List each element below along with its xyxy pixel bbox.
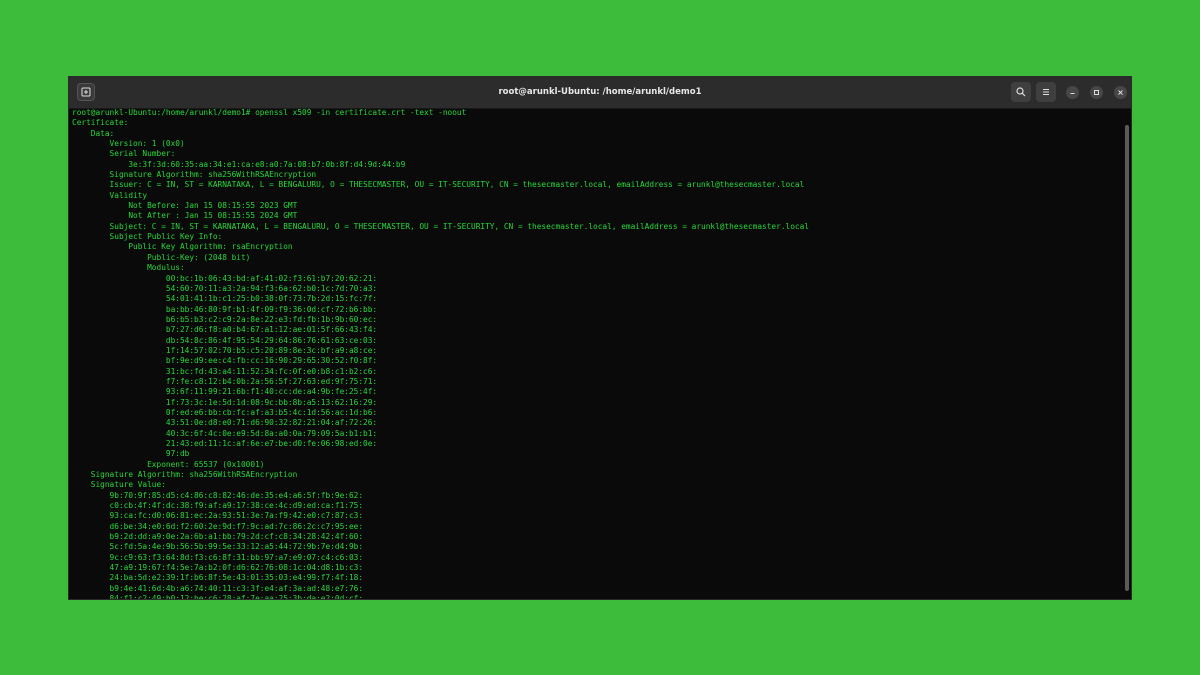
maximize-button[interactable] <box>1090 86 1103 99</box>
terminal-line: b9:4e:41:6d:4b:a6:74:40:11:c3:3f:e4:af:3… <box>72 583 364 593</box>
minimize-icon <box>1070 93 1075 94</box>
terminal-line: 9c:c9:63:f3:64:8d:f3:c6:8f:31:bb:97:a7:e… <box>72 552 364 562</box>
terminal-line: Public-Key: (2048 bit) <box>72 252 251 262</box>
menu-button[interactable] <box>1036 82 1056 102</box>
terminal-line: 93:ca:fc:d0:06:81:ec:2a:93:51:3e:7a:f9:4… <box>72 511 364 521</box>
terminal-line: 0f:ed:e6:bb:cb:fc:af:a3:b5:4c:1d:56:ac:1… <box>72 407 378 417</box>
terminal-line: b9:2d:dd:a9:0e:2a:6b:a1:bb:79:2d:cf:c8:3… <box>72 532 364 542</box>
terminal-output[interactable]: root@arunkl-Ubuntu:/home/arunkl/demo1# o… <box>72 108 1117 599</box>
search-icon <box>1016 87 1026 97</box>
terminal-line: 54:01:41:1b:c1:25:b0:38:0f:73:7b:2d:15:f… <box>72 294 378 304</box>
terminal-scrollbar[interactable] <box>1125 125 1129 591</box>
terminal-line: b7:27:d6:f8:a0:b4:67:a1:12:ae:01:5f:66:4… <box>72 325 378 335</box>
terminal-line: 84:f1:c2:49:b0:12:be:c6:28:af:7e:aa:25:3… <box>72 594 364 599</box>
terminal-line: 97:db <box>72 449 190 459</box>
titlebar: root@arunkl-Ubuntu: /home/arunkl/demo1 <box>69 77 1131 109</box>
terminal-line: Certificate: <box>72 118 129 128</box>
terminal-prompt-line: root@arunkl-Ubuntu:/home/arunkl/demo1# o… <box>72 108 467 117</box>
terminal-line: Issuer: C = IN, ST = KARNATAKA, L = BENG… <box>72 180 805 190</box>
terminal-line: db:54:8c:86:4f:95:54:29:64:86:76:61:63:c… <box>72 335 378 345</box>
terminal-line: 9b:70:9f:85:d5:c4:86:c8:82:46:de:35:e4:a… <box>72 490 364 500</box>
terminal-line: 1f:73:3c:1e:5d:1d:08:9c:bb:8b:a5:13:62:1… <box>72 397 378 407</box>
terminal-line: 5c:fd:5a:4e:9b:56:5b:99:5e:33:12:a5:44:7… <box>72 542 364 552</box>
terminal-line: Validity <box>72 190 148 200</box>
terminal-line: Signature Algorithm: sha256WithRSAEncryp… <box>72 170 317 180</box>
terminal-line: 93:6f:11:99:21:6b:f1:40:cc:de:a4:9b:fe:2… <box>72 387 378 397</box>
close-button[interactable] <box>1114 86 1127 99</box>
terminal-line: d6:be:34:e0:6d:f2:60:2e:9d:f7:9c:ad:7c:8… <box>72 521 364 531</box>
terminal-line: Version: 1 (0x0) <box>72 139 185 149</box>
close-icon <box>1118 90 1123 95</box>
terminal-line: Not After : Jan 15 08:15:55 2024 GMT <box>72 211 298 221</box>
terminal-line: Signature Algorithm: sha256WithRSAEncryp… <box>72 470 298 480</box>
terminal-line: Serial Number: <box>72 149 176 159</box>
terminal-line: 3e:3f:3d:60:35:aa:34:e1:ca:e8:a0:7a:08:b… <box>72 159 406 169</box>
terminal-line: Subject Public Key Info: <box>72 232 223 242</box>
search-button[interactable] <box>1011 82 1031 102</box>
terminal-line: Modulus: <box>72 263 185 273</box>
terminal-line: c0:cb:4f:4f:dc:38:f9:af:a9:17:38:ce:4c:d… <box>72 501 364 511</box>
terminal-line: b6:b5:b3:c2:c9:2a:8e:22:e3:fd:fb:1b:9b:6… <box>72 314 378 324</box>
terminal-window: root@arunkl-Ubuntu: /home/arunkl/demo1 r… <box>68 76 1132 600</box>
terminal-line: 43:51:0e:d8:e0:71:d6:90:32:82:21:04:af:7… <box>72 418 378 428</box>
terminal-line: Data: <box>72 128 115 138</box>
terminal-line: 40:3c:6f:4c:0e:e9:5d:8a:a0:0a:79:09:5a:b… <box>72 428 378 438</box>
minimize-button[interactable] <box>1066 86 1079 99</box>
terminal-line: Not Before: Jan 15 08:15:55 2023 GMT <box>72 201 298 211</box>
maximize-icon <box>1094 90 1099 95</box>
terminal-line: 21:43:ed:11:1c:af:6e:e7:be:d0:fe:06:98:e… <box>72 439 378 448</box>
terminal-line: Exponent: 65537 (0x10001) <box>72 459 265 469</box>
terminal-line: 00:bc:1b:06:43:bd:af:41:02:f3:61:b7:20:6… <box>72 273 378 283</box>
terminal-line: bf:9e:d9:ee:c4:fb:cc:16:90:29:65:30:52:f… <box>72 356 378 366</box>
terminal-line: Public Key Algorithm: rsaEncryption <box>72 242 293 252</box>
terminal-line: 54:60:70:11:a3:2a:94:f3:6a:62:b0:1c:7d:7… <box>72 283 378 293</box>
terminal-line: 1f:14:57:02:70:b5:c5:20:89:8e:3c:bf:a9:a… <box>72 345 378 355</box>
terminal-line: 31:bc:fd:43:a4:11:52:34:fc:0f:e0:b8:c1:b… <box>72 366 378 376</box>
terminal-line: f7:fe:c8:12:b4:0b:2a:56:5f:27:63:ed:9f:7… <box>72 376 378 386</box>
hamburger-menu-icon <box>1043 89 1049 95</box>
terminal-line: Signature Value: <box>72 480 166 490</box>
terminal-line: 47:a9:19:67:f4:5e:7a:b2:0f:d6:62:76:08:1… <box>72 563 364 573</box>
terminal-line: Subject: C = IN, ST = KARNATAKA, L = BEN… <box>72 221 809 231</box>
window-title: root@arunkl-Ubuntu: /home/arunkl/demo1 <box>498 87 702 97</box>
terminal-line: ba:bb:46:80:9f:b1:4f:09:f9:36:0d:cf:72:b… <box>72 304 378 314</box>
terminal-line: 24:ba:5d:e2:39:1f:b6:8f:5e:43:01:35:03:e… <box>72 573 364 583</box>
